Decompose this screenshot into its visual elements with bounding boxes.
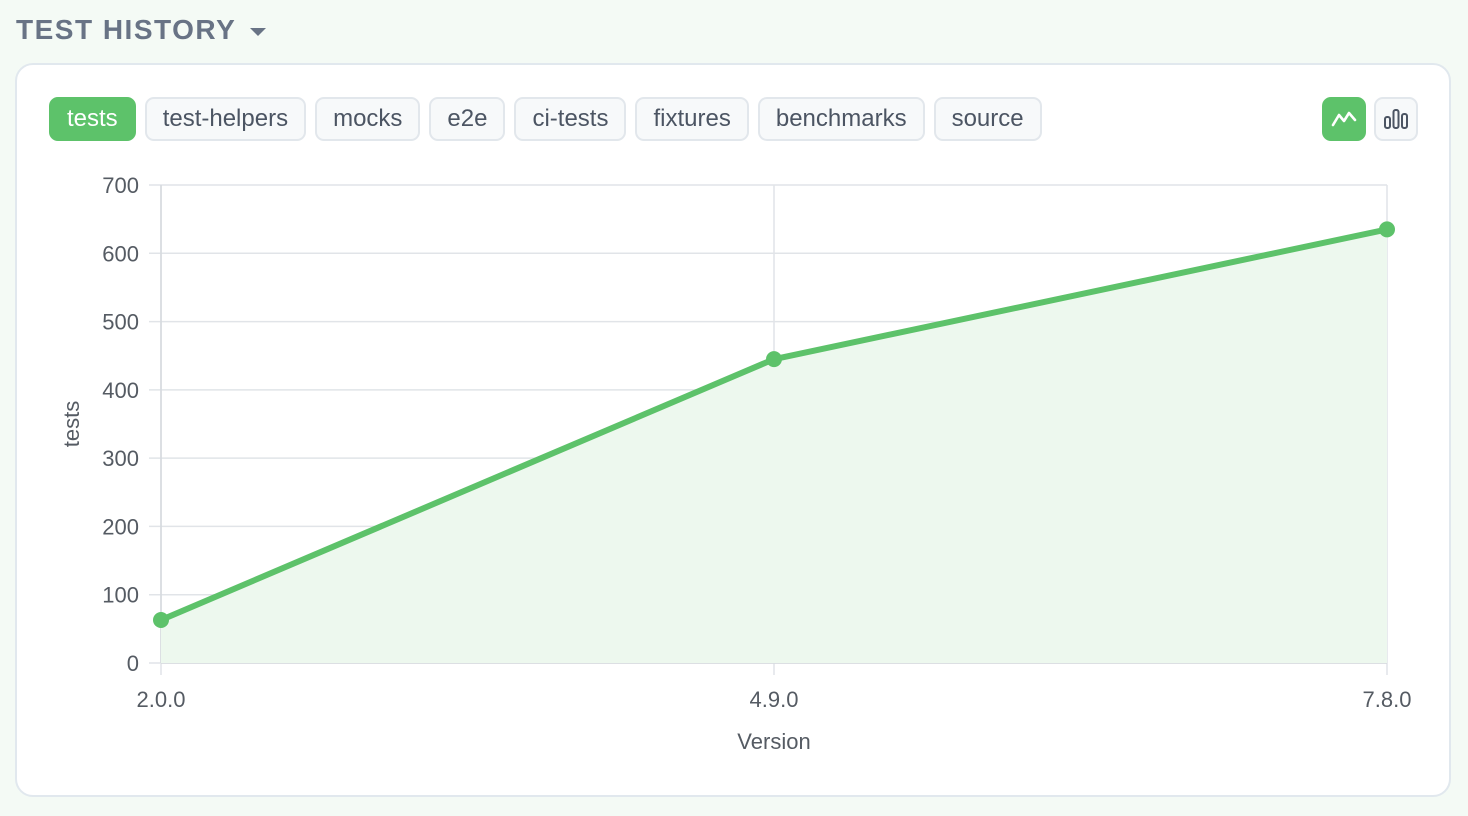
y-tick-label: 0 bbox=[127, 651, 139, 676]
data-point bbox=[153, 611, 169, 628]
y-tick-label: 400 bbox=[102, 378, 139, 403]
x-axis-title: Version bbox=[737, 729, 810, 754]
y-tick-label: 100 bbox=[102, 583, 139, 608]
y-axis-title: tests bbox=[59, 401, 84, 447]
section-title: TEST HISTORY bbox=[16, 14, 237, 45]
x-tick-label: 7.8.0 bbox=[1363, 687, 1412, 712]
y-tick-label: 600 bbox=[102, 241, 139, 266]
chart-card: tests test-helpers mocks e2e ci-tests fi… bbox=[15, 63, 1451, 797]
y-tick-label: 700 bbox=[102, 173, 139, 198]
y-tick-label: 500 bbox=[102, 310, 139, 335]
caret-down-icon[interactable] bbox=[250, 28, 267, 36]
x-tick-label: 2.0.0 bbox=[137, 687, 186, 712]
data-point bbox=[766, 351, 782, 368]
section-header[interactable]: TEST HISTORY bbox=[16, 10, 267, 50]
y-tick-label: 300 bbox=[102, 446, 139, 471]
y-tick-label: 200 bbox=[102, 514, 139, 539]
data-point bbox=[1379, 221, 1395, 238]
line-chart: 0 100 200 300 400 500 600 700 2.0.0 4.9.0 7.8.0 Ver… bbox=[59, 173, 1412, 754]
x-tick-label: 4.9.0 bbox=[750, 687, 799, 712]
